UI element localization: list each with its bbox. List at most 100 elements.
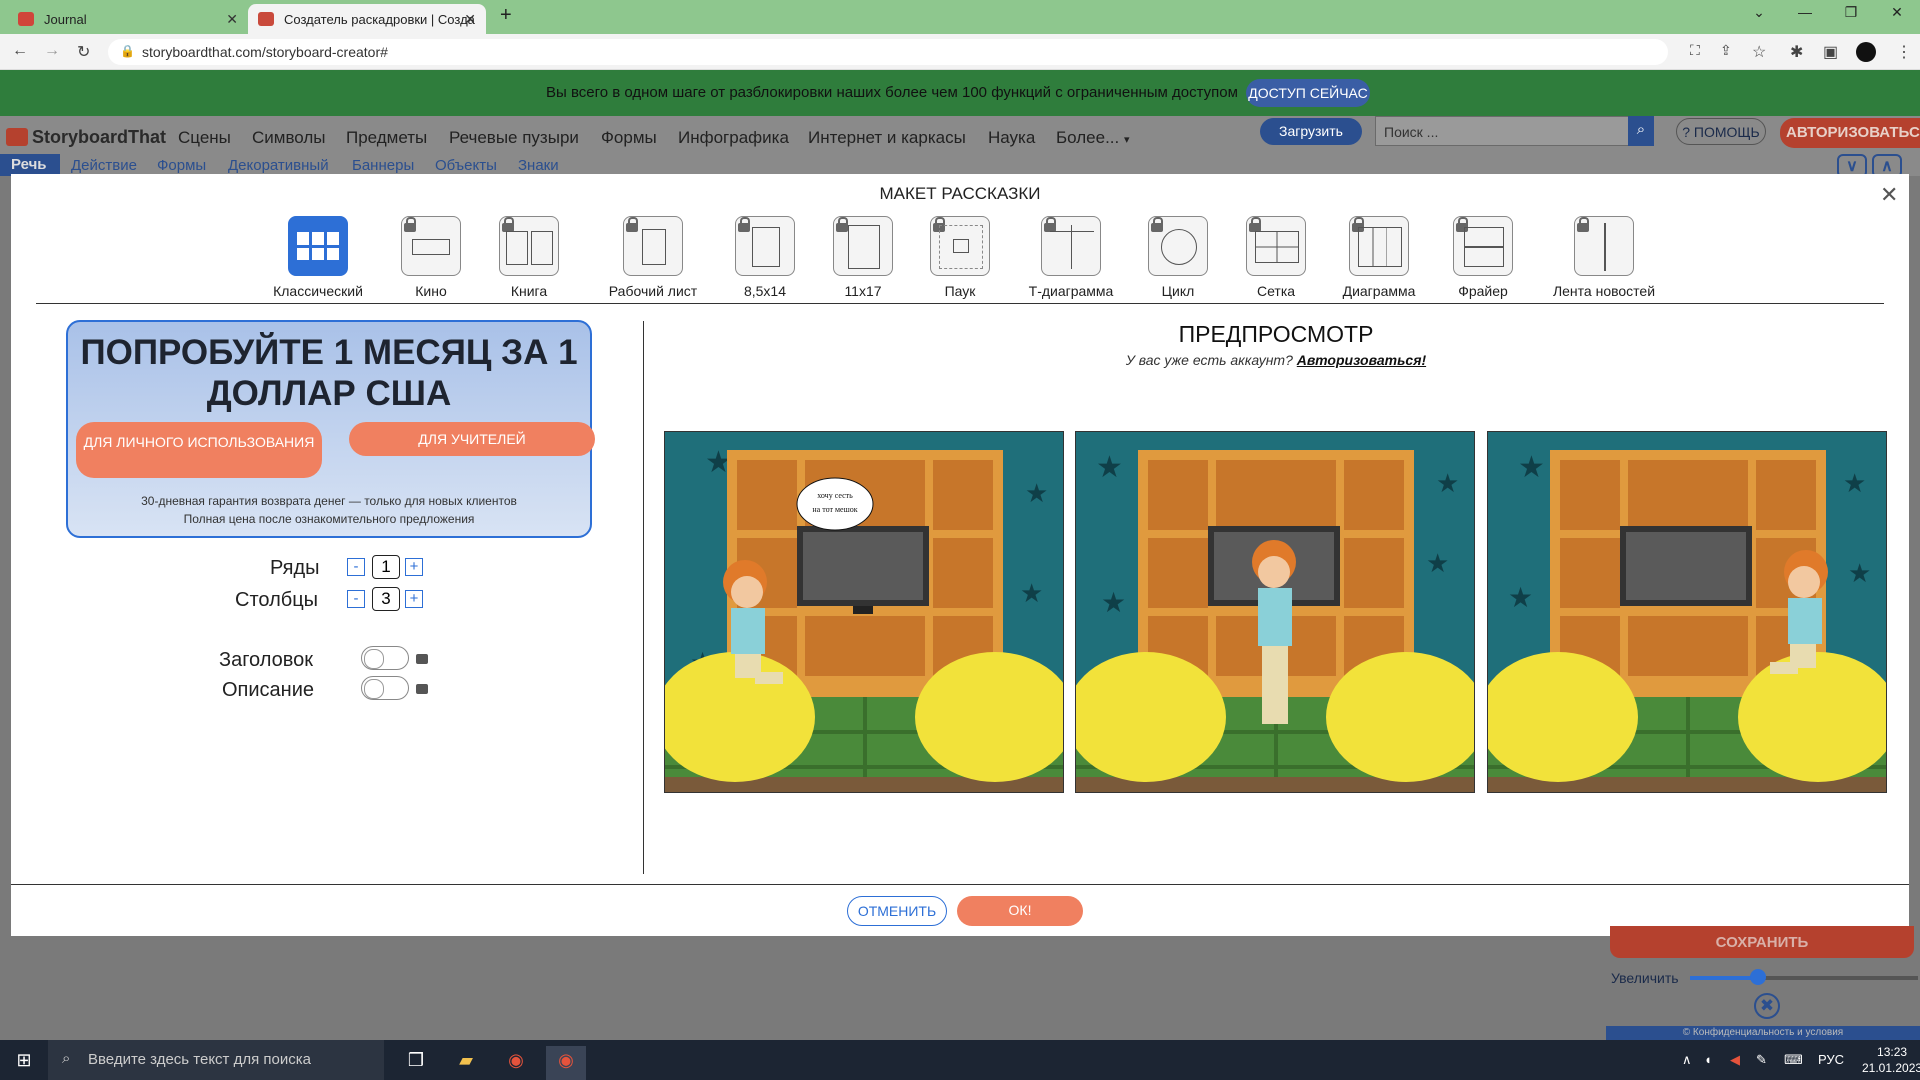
svg-text:★: ★ <box>1518 451 1545 484</box>
storyboardthat-logo[interactable]: StoryboardThat <box>6 127 166 148</box>
subnav-signs[interactable]: Знаки <box>518 157 559 174</box>
guarantee-text: 30-дневная гарантия возврата денег — тол… <box>141 494 517 508</box>
clock[interactable]: 13:23 21.01.2023 <box>1862 1044 1920 1076</box>
search-icon[interactable]: ⌕ <box>1628 116 1654 146</box>
restore-icon[interactable]: ❐ <box>1828 4 1874 21</box>
personal-use-button[interactable]: ДЛЯ ЛИЧНОГО ИСПОЛЬЗОВАНИЯ <box>76 422 322 478</box>
cancel-button[interactable]: ОТМЕНИТЬ <box>847 896 947 926</box>
minimize-icon[interactable]: — <box>1782 4 1828 20</box>
login-link[interactable]: Авторизоваться! <box>1297 352 1426 368</box>
storyboard-cell-2[interactable]: ★ ★ ★ ★ <box>1075 431 1475 793</box>
login-button[interactable]: АВТОРИЗОВАТЬСЯ <box>1780 118 1920 148</box>
close-dialog-icon[interactable]: ✕ <box>1880 182 1898 208</box>
layout-worksheet[interactable]: Рабочий лист <box>593 216 713 299</box>
chrome-active-icon[interactable]: ◉ <box>546 1046 586 1080</box>
subnav-shapes[interactable]: Формы <box>157 157 206 174</box>
layout-classic[interactable]: Классический <box>258 216 378 299</box>
lock-icon[interactable]: 🔒 <box>120 44 135 58</box>
browser-menu-icon[interactable]: ⋮ <box>1896 42 1912 62</box>
layout-t-chart[interactable]: Т-диаграмма <box>1011 216 1131 299</box>
tray-chevron-icon[interactable]: ∧ <box>1682 1052 1692 1068</box>
side-panel-icon[interactable]: ▣ <box>1823 42 1838 62</box>
keyboard-icon[interactable]: ⌨ <box>1784 1052 1803 1068</box>
zoom-slider-handle[interactable] <box>1750 969 1767 985</box>
menu-more[interactable]: Более... ▾ <box>1056 128 1130 148</box>
tab-search-chevron-icon[interactable]: ⌄ <box>1736 4 1782 21</box>
flyer-icon <box>1453 216 1513 276</box>
layout-flyer[interactable]: Фрайер <box>1423 216 1543 299</box>
tab-journal[interactable]: Journal ✕ <box>8 4 248 34</box>
layout-spider[interactable]: Паук <box>900 216 1020 299</box>
columns-value[interactable]: 3 <box>372 587 400 611</box>
menu-shapes[interactable]: Формы <box>601 128 657 148</box>
layout-diagram[interactable]: Диаграмма <box>1319 216 1439 299</box>
header-toggle[interactable] <box>361 646 409 670</box>
rows-increment-button[interactable]: + <box>405 558 423 576</box>
taskbar-search-input[interactable]: ⌕ Введите здесь текст для поиска <box>48 1040 384 1080</box>
zoom-reset-icon[interactable]: ✖ <box>1754 993 1780 1019</box>
profile-avatar[interactable] <box>1856 42 1876 62</box>
layout-label: Фрайер <box>1458 283 1508 299</box>
close-window-icon[interactable]: ✕ <box>1874 4 1920 21</box>
subnav-banners[interactable]: Баннеры <box>352 157 414 174</box>
menu-science[interactable]: Наука <box>988 128 1035 148</box>
layout-book[interactable]: Книга <box>469 216 589 299</box>
volume-icon[interactable]: ◀ <box>1730 1052 1740 1068</box>
load-button[interactable]: Загрузить <box>1260 118 1362 145</box>
columns-label: Столбцы <box>235 589 319 611</box>
share-icon[interactable]: ⇪ <box>1720 42 1732 59</box>
extensions-icon[interactable]: ✱ <box>1790 42 1803 62</box>
task-view-icon[interactable]: ❒ <box>396 1046 436 1080</box>
menu-characters[interactable]: Символы <box>252 128 326 148</box>
rows-decrement-button[interactable]: - <box>347 558 365 576</box>
lock-icon <box>836 217 848 232</box>
access-now-button[interactable]: ДОСТУП СЕЙЧАС <box>1246 79 1370 107</box>
full-price-text: Полная цена после ознакомительного предл… <box>183 512 475 526</box>
tabloid-page-icon <box>833 216 893 276</box>
rows-value[interactable]: 1 <box>372 555 400 579</box>
back-icon[interactable]: ← <box>12 42 28 60</box>
search-input[interactable]: Поиск ... <box>1375 116 1629 146</box>
translate-icon[interactable]: ⛶ <box>1690 42 1700 59</box>
tab-storyboard-creator[interactable]: Создатель раскадровки | Созда ✕ <box>248 4 486 34</box>
account-question: У вас уже есть аккаунт? <box>1125 352 1293 368</box>
close-tab-icon[interactable]: ✕ <box>226 11 238 28</box>
columns-decrement-button[interactable]: - <box>347 590 365 608</box>
pen-icon[interactable]: ✎ <box>1756 1052 1767 1068</box>
privacy-footer[interactable]: © Конфиденциальность и условия <box>1606 1026 1920 1040</box>
layout-timeline[interactable]: Лента новостей <box>1534 216 1674 299</box>
storyboard-cell-1[interactable]: ★★★★ хочу сестьна тот мешок <box>664 431 1064 793</box>
reload-icon[interactable]: ↻ <box>77 42 90 62</box>
input-language[interactable]: РУС <box>1818 1052 1844 1067</box>
new-tab-button[interactable]: + <box>500 4 512 27</box>
file-explorer-icon[interactable]: ▰ <box>446 1046 486 1080</box>
menu-scenes[interactable]: Сцены <box>178 128 231 148</box>
save-button[interactable]: СОХРАНИТЬ <box>1610 926 1914 958</box>
forward-icon[interactable]: → <box>44 42 60 60</box>
subnav-speech[interactable]: Речь <box>0 154 60 176</box>
layout-grid[interactable]: Сетка <box>1216 216 1336 299</box>
book-icon <box>499 216 559 276</box>
subnav-objects[interactable]: Объекты <box>435 157 497 174</box>
layout-label: Книга <box>510 283 548 299</box>
subnav-decorative[interactable]: Декоративный <box>228 157 329 174</box>
menu-infographics[interactable]: Инфографика <box>678 128 789 148</box>
url-field[interactable]: 🔒 storyboardthat.com/storyboard-creator# <box>108 39 1668 65</box>
ok-button[interactable]: ОК! <box>957 896 1083 926</box>
help-button[interactable]: ? ПОМОЩЬ <box>1676 118 1766 145</box>
scene-image: ★★★★ хочу сестьна тот мешок <box>665 432 1063 792</box>
teachers-button[interactable]: ДЛЯ УЧИТЕЛЕЙ <box>349 422 595 456</box>
windows-start-icon[interactable]: ⊞ <box>4 1046 44 1080</box>
menu-items[interactable]: Предметы <box>346 128 427 148</box>
menu-speech-bubbles[interactable]: Речевые пузыри <box>449 128 579 148</box>
layout-label: Паук <box>944 283 976 299</box>
subnav-action[interactable]: Действие <box>71 157 137 174</box>
chrome-icon[interactable]: ◉ <box>496 1046 536 1080</box>
bookmark-star-icon[interactable]: ☆ <box>1752 42 1766 62</box>
storyboard-cell-3[interactable]: ★ ★ ★ ★ <box>1487 431 1887 793</box>
close-tab-icon[interactable]: ✕ <box>464 11 476 28</box>
network-icon[interactable]: ◖ <box>1704 1052 1712 1067</box>
columns-increment-button[interactable]: + <box>405 590 423 608</box>
description-toggle[interactable] <box>361 676 409 700</box>
menu-web-wireframes[interactable]: Интернет и каркасы <box>808 128 966 148</box>
